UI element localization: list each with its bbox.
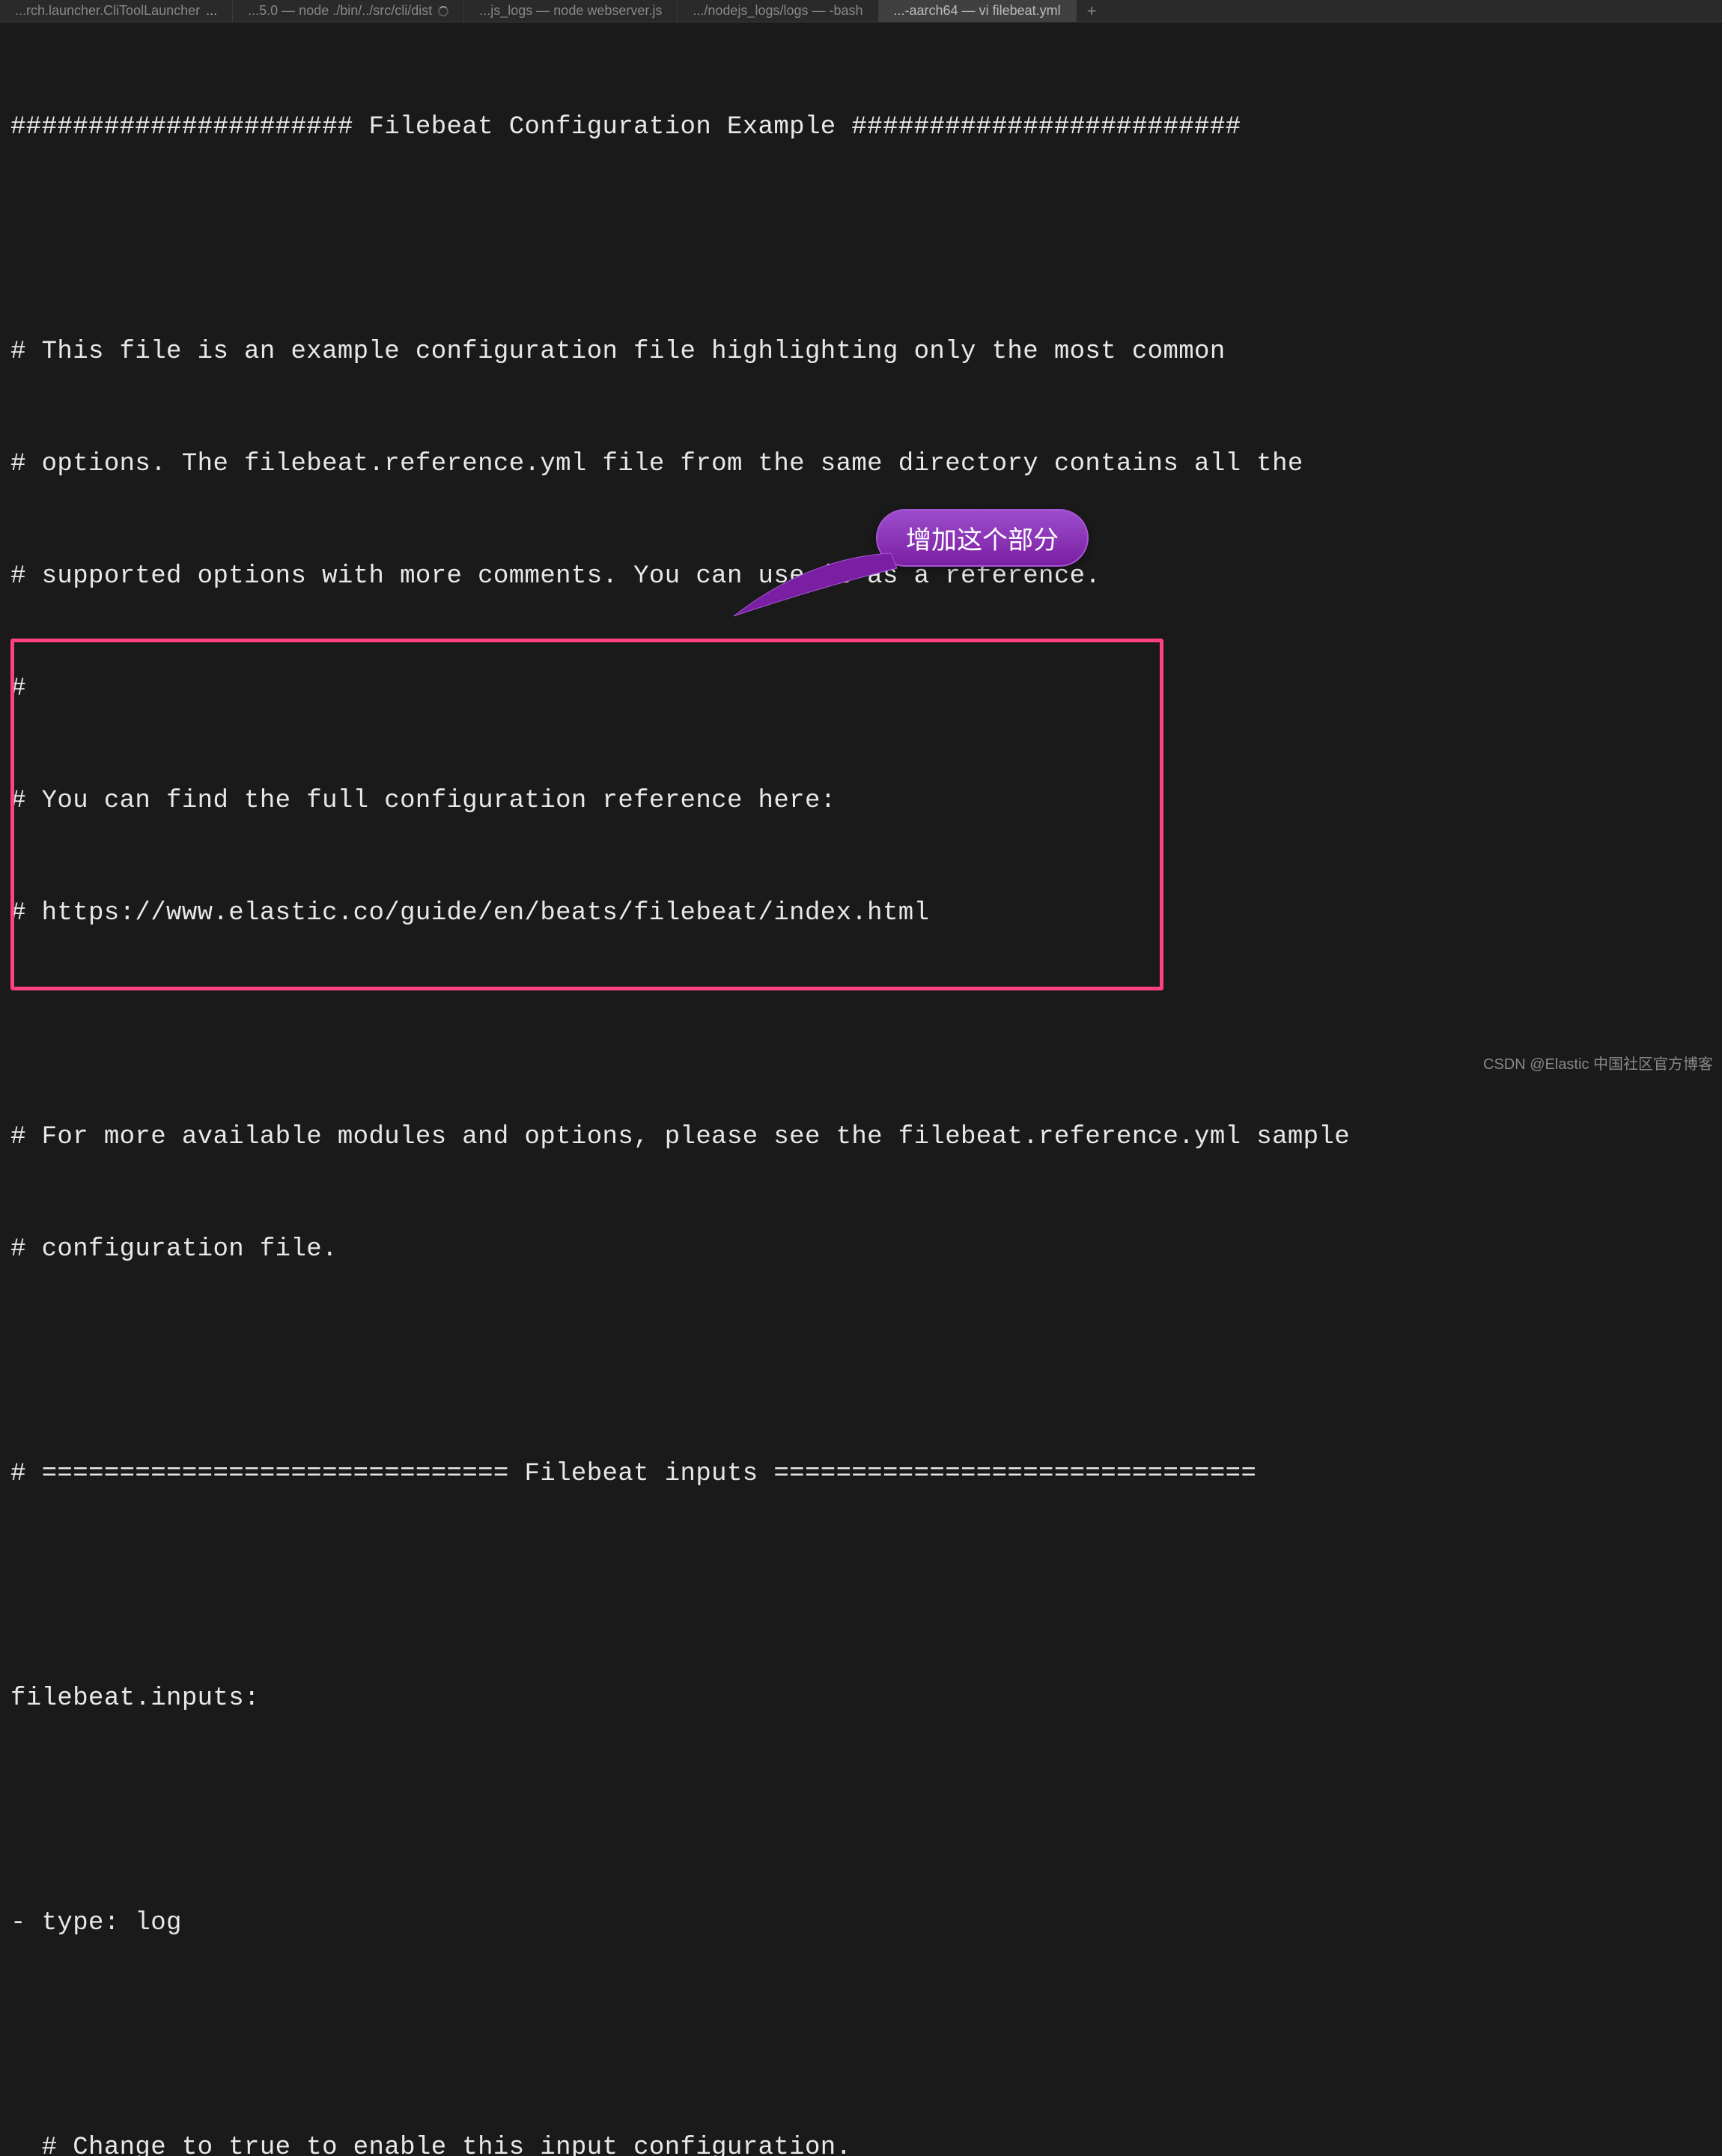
code-line: # This file is an example configuration …: [10, 334, 1712, 371]
code-line: ###################### Filebeat Configur…: [10, 109, 1712, 147]
tab-bash-logs[interactable]: .../nodejs_logs/logs — -bash: [678, 0, 878, 22]
code-line: - type: log: [10, 1905, 1712, 1943]
code-line: #: [10, 671, 1712, 708]
code-line: # ============================== Filebea…: [10, 1456, 1712, 1493]
annotation-bubble: 增加这个部分: [876, 509, 1089, 567]
annotation-tail-icon: [726, 550, 898, 625]
annotation-text: 增加这个部分: [906, 526, 1059, 555]
code-line: [10, 1007, 1712, 1044]
code-line: filebeat.inputs:: [10, 1681, 1712, 1718]
tab-webserver[interactable]: ...js_logs — node webserver.js: [464, 0, 678, 22]
code-line: # Change to true to enable this input co…: [10, 2130, 1712, 2156]
code-line: [10, 1344, 1712, 1381]
code-line: [10, 1568, 1712, 1606]
code-line: # You can find the full configuration re…: [10, 783, 1712, 820]
code-line: # configuration file.: [10, 1231, 1712, 1269]
tab-label: .../nodejs_logs/logs — -bash: [693, 3, 862, 19]
tab-node-dist[interactable]: ...5.0 — node ./bin/../src/cli/dist: [233, 0, 464, 22]
tab-vi-filebeat[interactable]: ...-aarch64 — vi filebeat.yml: [879, 0, 1077, 22]
code-line: # https://www.elastic.co/guide/en/beats/…: [10, 895, 1712, 933]
code-line: # options. The filebeat.reference.yml fi…: [10, 446, 1712, 484]
code-line: # For more available modules and options…: [10, 1119, 1712, 1157]
tab-bar: ...rch.launcher.CliToolLauncher ... ...5…: [0, 0, 1722, 22]
code-line: [10, 2018, 1712, 2055]
tab-label: ...-aarch64 — vi filebeat.yml: [894, 3, 1061, 19]
code-line: [10, 1793, 1712, 1830]
watermark: CSDN @Elastic 中国社区官方博客: [1483, 1052, 1713, 1074]
code-line: [10, 222, 1712, 259]
tab-label: ...5.0 — node ./bin/../src/cli/dist: [248, 3, 432, 19]
loading-spinner-icon: [438, 6, 448, 16]
tab-ellipsis: ...: [206, 3, 217, 19]
new-tab-button[interactable]: +: [1077, 0, 1107, 24]
tab-label: ...rch.launcher.CliToolLauncher: [15, 3, 200, 19]
tab-label: ...js_logs — node webserver.js: [479, 3, 662, 19]
editor-viewport[interactable]: ###################### Filebeat Configur…: [0, 22, 1722, 2156]
tab-cli-launcher[interactable]: ...rch.launcher.CliToolLauncher ...: [0, 0, 233, 22]
